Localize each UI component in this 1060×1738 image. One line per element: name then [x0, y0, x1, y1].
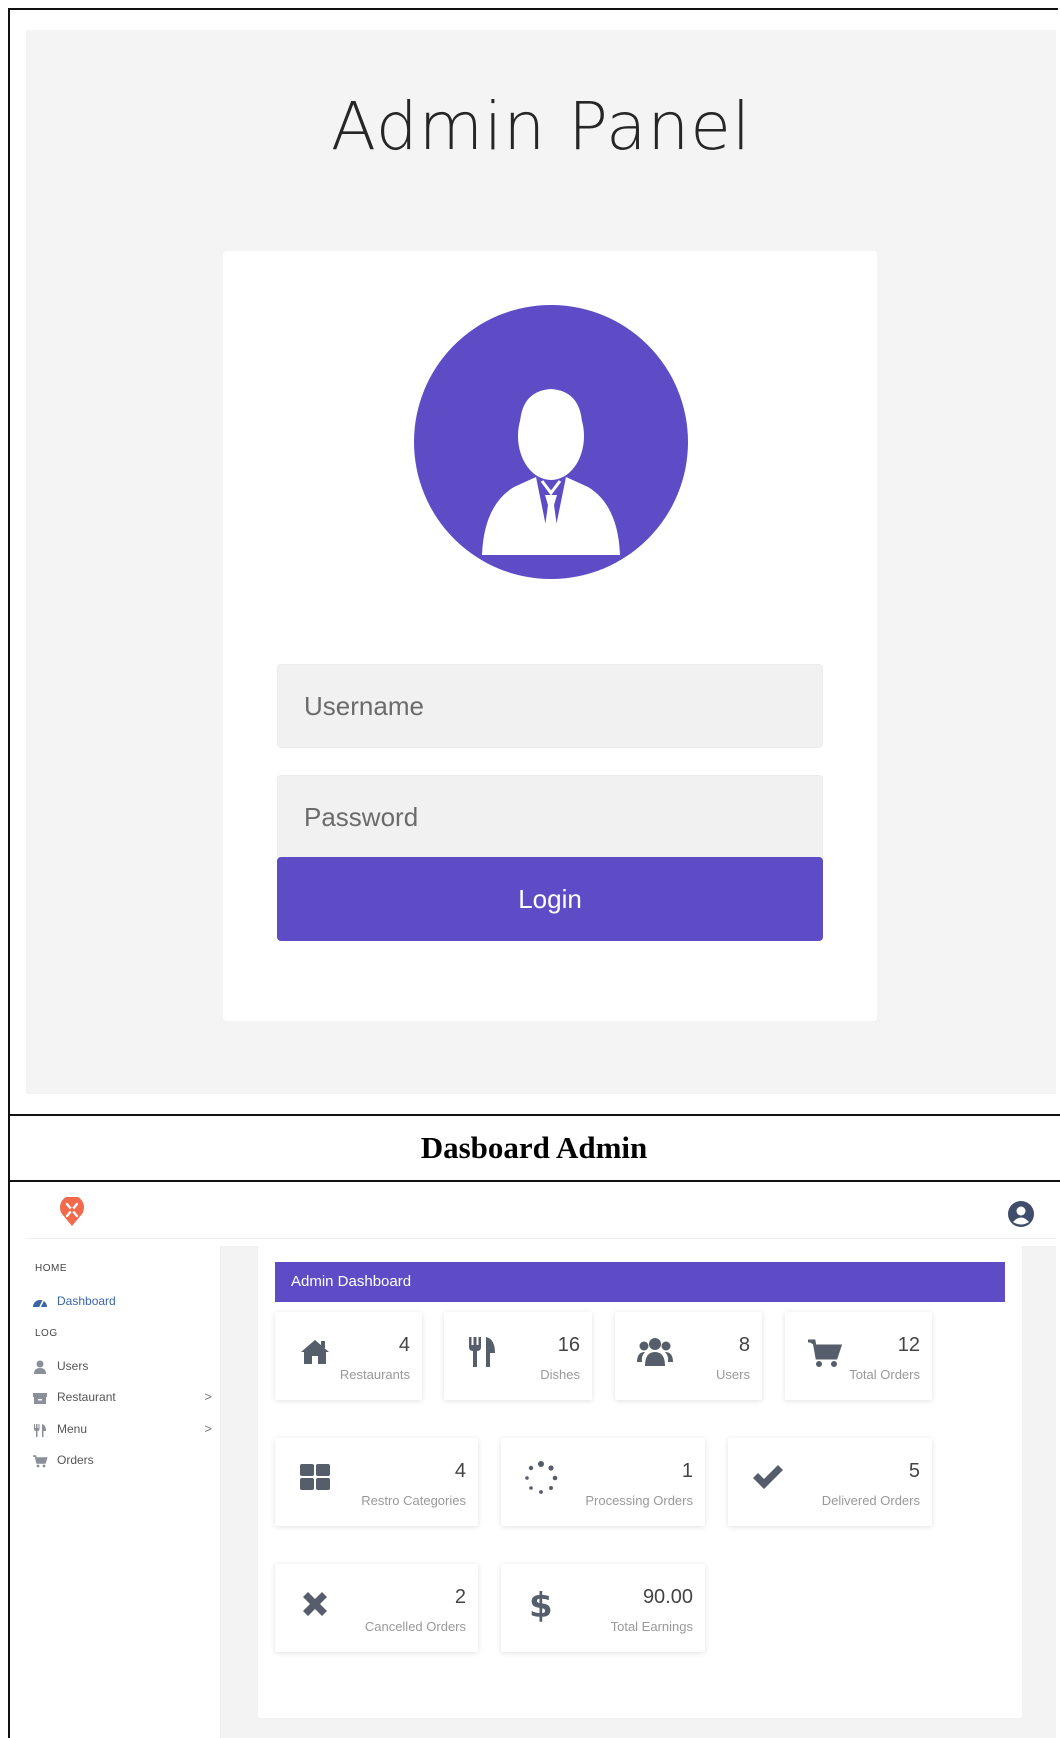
close-icon — [303, 1592, 327, 1616]
sidebar-item-label: Users — [57, 1359, 89, 1373]
stat-label: Dishes — [540, 1367, 580, 1382]
chevron-right-icon: > — [204, 1389, 212, 1404]
stat-card-cancelled-orders[interactable]: 2 Cancelled Orders — [275, 1564, 478, 1652]
figure-caption: Dasboard Admin — [420, 1130, 648, 1165]
username-field[interactable] — [277, 664, 823, 748]
stat-label: Cancelled Orders — [364, 1619, 466, 1634]
dollar-icon: $ — [529, 1586, 553, 1622]
stat-value: 4 — [454, 1460, 466, 1482]
stat-value: 16 — [557, 1334, 580, 1356]
sidebar: HOME Dashboard LOG Users Restaurant > Me… — [26, 1246, 221, 1738]
nav-section-home: HOME — [35, 1263, 67, 1274]
sidebar-item-label: Restaurant — [57, 1390, 116, 1404]
users-icon — [637, 1338, 673, 1366]
stat-value: 90.00 — [642, 1586, 693, 1608]
stat-value: 1 — [681, 1460, 693, 1482]
dashboard-gauge-icon — [33, 1300, 47, 1308]
stat-card-dishes[interactable]: 16 Dishes — [444, 1312, 592, 1400]
stat-card-restro-categories[interactable]: 4 Restro Categories — [275, 1438, 478, 1526]
login-button[interactable]: Login — [277, 857, 823, 941]
svg-text:$: $ — [529, 1586, 553, 1622]
main-content: Admin Dashboard 4 Restaurants 16 Dishes — [221, 1246, 1056, 1738]
sidebar-item-menu[interactable]: Menu > — [32, 1420, 212, 1440]
stat-value: 4 — [398, 1334, 410, 1356]
dashboard-page: HOME Dashboard LOG Users Restaurant > Me… — [26, 1182, 1056, 1738]
topbar — [26, 1182, 1056, 1239]
stat-card-processing-orders[interactable]: 1 Processing Orders — [501, 1438, 705, 1526]
password-input[interactable] — [278, 776, 822, 858]
sidebar-item-dashboard[interactable]: Dashboard — [32, 1292, 212, 1312]
admin-dashboard-panel: Admin Dashboard 4 Restaurants 16 Dishes — [258, 1246, 1022, 1718]
password-field[interactable] — [277, 775, 823, 859]
sidebar-item-label: Menu — [57, 1422, 88, 1436]
panel-title: Admin Dashboard — [275, 1262, 1005, 1302]
cutlery-icon — [469, 1337, 495, 1367]
stat-card-users[interactable]: 8 Users — [615, 1312, 762, 1400]
sidebar-item-restaurant[interactable]: Restaurant > — [32, 1388, 212, 1408]
stat-label: Total Orders — [849, 1367, 920, 1382]
stat-card-delivered-orders[interactable]: 5 Delivered Orders — [728, 1438, 932, 1526]
login-page: Admin Panel Login — [26, 30, 1056, 1094]
admin-avatar — [414, 305, 688, 579]
spinner-icon — [525, 1461, 558, 1494]
stat-card-total-earnings[interactable]: $ 90.00 Total Earnings — [501, 1564, 705, 1652]
sidebar-item-label: Dashboard — [57, 1294, 116, 1308]
sidebar-item-users[interactable]: Users — [32, 1357, 212, 1377]
restaurant-logo-icon[interactable] — [59, 1197, 85, 1227]
cart-icon — [808, 1339, 843, 1367]
stat-value: 12 — [897, 1334, 920, 1356]
grid-icon — [300, 1464, 330, 1490]
stat-label: Processing Orders — [585, 1493, 693, 1508]
nav-section-log: LOG — [35, 1328, 58, 1339]
check-icon — [753, 1465, 783, 1489]
page-title: Admin Panel — [330, 88, 752, 165]
stat-card-total-orders[interactable]: 12 Total Orders — [785, 1312, 932, 1400]
username-input[interactable] — [278, 665, 822, 747]
sidebar-item-orders[interactable]: Orders — [32, 1451, 212, 1471]
cutlery-icon — [34, 1424, 46, 1437]
stat-value: 8 — [738, 1334, 750, 1356]
stat-label: Users — [716, 1367, 750, 1382]
home-icon — [301, 1340, 329, 1364]
user-icon — [34, 1360, 46, 1374]
stat-label: Restro Categories — [361, 1493, 466, 1508]
login-card: Login — [223, 251, 877, 1021]
sidebar-item-label: Orders — [57, 1453, 94, 1467]
cart-icon — [33, 1455, 48, 1468]
stat-label: Total Earnings — [610, 1619, 693, 1634]
chevron-right-icon: > — [204, 1421, 212, 1436]
stat-value: 2 — [454, 1586, 466, 1608]
stat-label: Restaurants — [339, 1367, 410, 1382]
user-circle-icon[interactable] — [1008, 1201, 1034, 1227]
stat-label: Delivered Orders — [821, 1493, 920, 1508]
stat-value: 5 — [908, 1460, 920, 1482]
stat-card-restaurants[interactable]: 4 Restaurants — [275, 1312, 422, 1400]
archive-icon — [33, 1393, 47, 1404]
admin-user-icon — [482, 389, 620, 555]
